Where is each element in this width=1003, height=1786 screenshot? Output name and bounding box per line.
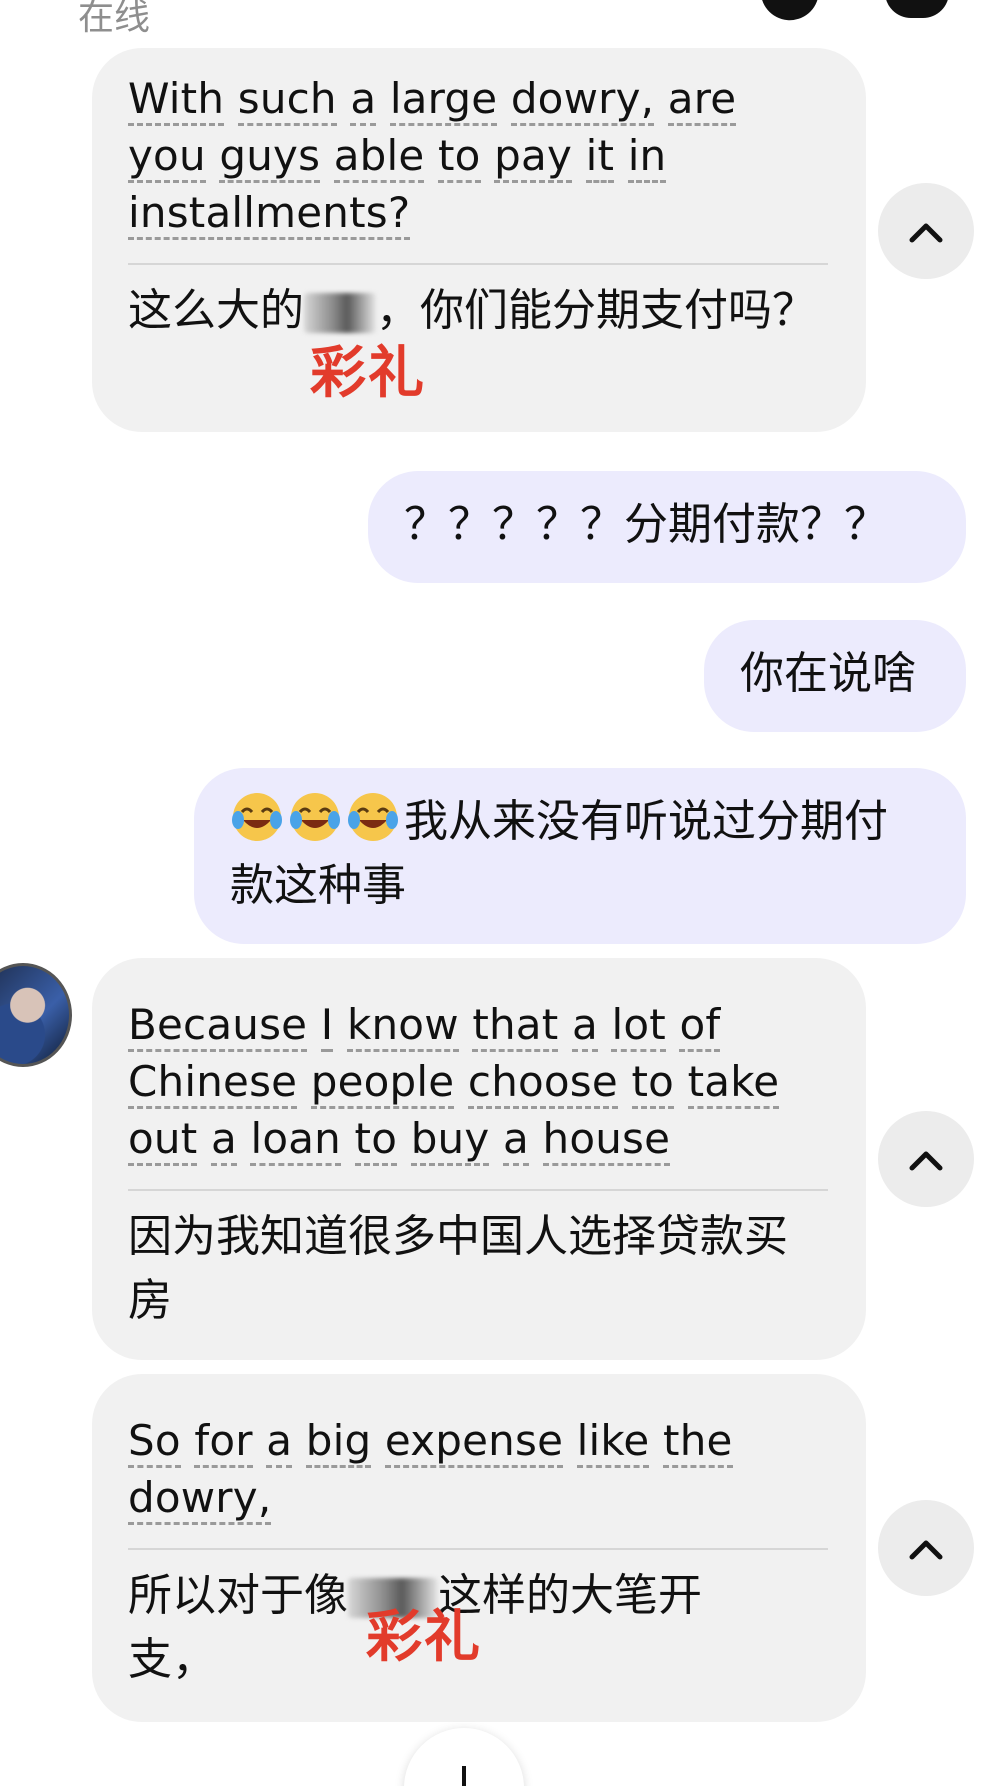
- word[interactable]: pay: [494, 131, 573, 183]
- word[interactable]: buy: [410, 1114, 490, 1166]
- translation-divider: [128, 1548, 828, 1550]
- word[interactable]: that: [472, 1000, 559, 1052]
- message-text: ？？？？？分期付款？？: [404, 499, 888, 550]
- tears-of-joy-emoji: [232, 793, 282, 841]
- chevron-up-icon: [909, 1151, 943, 1171]
- translated-text: 这么大的 ，你们能分期支付吗？: [128, 279, 818, 343]
- scroll-to-bottom-button[interactable]: [404, 1728, 524, 1786]
- word[interactable]: With: [128, 74, 225, 126]
- word[interactable]: installments?: [128, 188, 411, 240]
- word[interactable]: Because: [128, 1000, 308, 1052]
- tears-of-joy-emoji: [290, 793, 340, 841]
- word[interactable]: expense: [384, 1416, 564, 1468]
- word[interactable]: know: [346, 1000, 459, 1052]
- chevron-up-icon: [909, 1540, 943, 1560]
- word[interactable]: of: [679, 1000, 721, 1052]
- message-text: 我从来没有听说过分期付款这种事: [230, 790, 926, 918]
- word[interactable]: dowry,: [128, 1473, 272, 1525]
- translated-text: 因为我知道很多中国人选择贷款买房: [128, 1211, 788, 1326]
- word[interactable]: it: [585, 131, 615, 183]
- translation-divider: [128, 263, 828, 265]
- word[interactable]: out: [128, 1114, 198, 1166]
- redaction-blur: [304, 293, 376, 333]
- word[interactable]: the: [663, 1416, 733, 1468]
- word[interactable]: house: [542, 1114, 671, 1166]
- word[interactable]: choose: [467, 1057, 618, 1109]
- word[interactable]: take: [687, 1057, 780, 1109]
- tears-of-joy-emoji: [348, 793, 398, 841]
- translation-part: ，你们能分期支付吗？: [376, 285, 816, 336]
- translation-part: 这么大的: [128, 285, 304, 336]
- collapse-translation-button[interactable]: [878, 1111, 974, 1207]
- word[interactable]: such: [237, 74, 337, 126]
- collapse-translation-button[interactable]: [878, 183, 974, 279]
- outgoing-message-bubble[interactable]: 你在说啥: [704, 620, 966, 732]
- outgoing-message-bubble[interactable]: 我从来没有听说过分期付款这种事: [194, 768, 966, 944]
- emoji-group: [230, 793, 404, 847]
- word[interactable]: to: [631, 1057, 675, 1109]
- word[interactable]: to: [354, 1114, 398, 1166]
- translation-part: 所以对于像: [128, 1570, 348, 1621]
- word[interactable]: a: [210, 1114, 237, 1166]
- word[interactable]: a: [350, 74, 377, 126]
- arrow-down-icon: [462, 1766, 466, 1786]
- incoming-message-bubble[interactable]: With such a large dowry, are you guys ab…: [92, 48, 866, 432]
- original-text: So for a big expense like the dowry,: [128, 1412, 828, 1526]
- gear-icon[interactable]: [885, 0, 949, 18]
- word[interactable]: a: [571, 1000, 598, 1052]
- translation-divider: [128, 1189, 828, 1191]
- word[interactable]: loan: [250, 1114, 341, 1166]
- handwritten-annotation: 彩礼: [366, 1605, 482, 1670]
- word[interactable]: in: [627, 131, 667, 183]
- message-text: 你在说啥: [740, 648, 916, 699]
- word[interactable]: I: [320, 1000, 334, 1052]
- contact-avatar[interactable]: [0, 963, 72, 1067]
- word[interactable]: Chinese: [128, 1057, 298, 1109]
- word[interactable]: big: [305, 1416, 372, 1468]
- collapse-translation-button[interactable]: [878, 1500, 974, 1596]
- word[interactable]: dowry,: [510, 74, 655, 126]
- chevron-up-icon: [909, 223, 943, 243]
- word[interactable]: people: [310, 1057, 455, 1109]
- word[interactable]: for: [194, 1416, 253, 1468]
- word[interactable]: a: [503, 1114, 529, 1166]
- original-text: Because I know that a lot of Chinese peo…: [128, 996, 828, 1167]
- original-text: With such a large dowry, are you guys ab…: [128, 70, 768, 241]
- word[interactable]: to: [438, 131, 481, 183]
- word[interactable]: are: [667, 74, 737, 126]
- word[interactable]: a: [266, 1416, 293, 1468]
- word[interactable]: like: [576, 1416, 650, 1468]
- incoming-message-bubble[interactable]: Because I know that a lot of Chinese peo…: [92, 958, 866, 1360]
- phone-icon[interactable]: [755, 0, 827, 28]
- handwritten-annotation: 彩礼: [310, 341, 426, 406]
- chat-screen: 在线 With such a large dowry, are you guys…: [0, 0, 1003, 1786]
- word[interactable]: able: [333, 131, 425, 183]
- word[interactable]: large: [389, 74, 498, 126]
- word[interactable]: you: [128, 131, 206, 183]
- word[interactable]: So: [128, 1416, 181, 1468]
- word[interactable]: guys: [219, 131, 321, 183]
- online-status: 在线: [78, 0, 151, 38]
- outgoing-message-bubble[interactable]: ？？？？？分期付款？？: [368, 471, 966, 583]
- word[interactable]: lot: [611, 1000, 666, 1052]
